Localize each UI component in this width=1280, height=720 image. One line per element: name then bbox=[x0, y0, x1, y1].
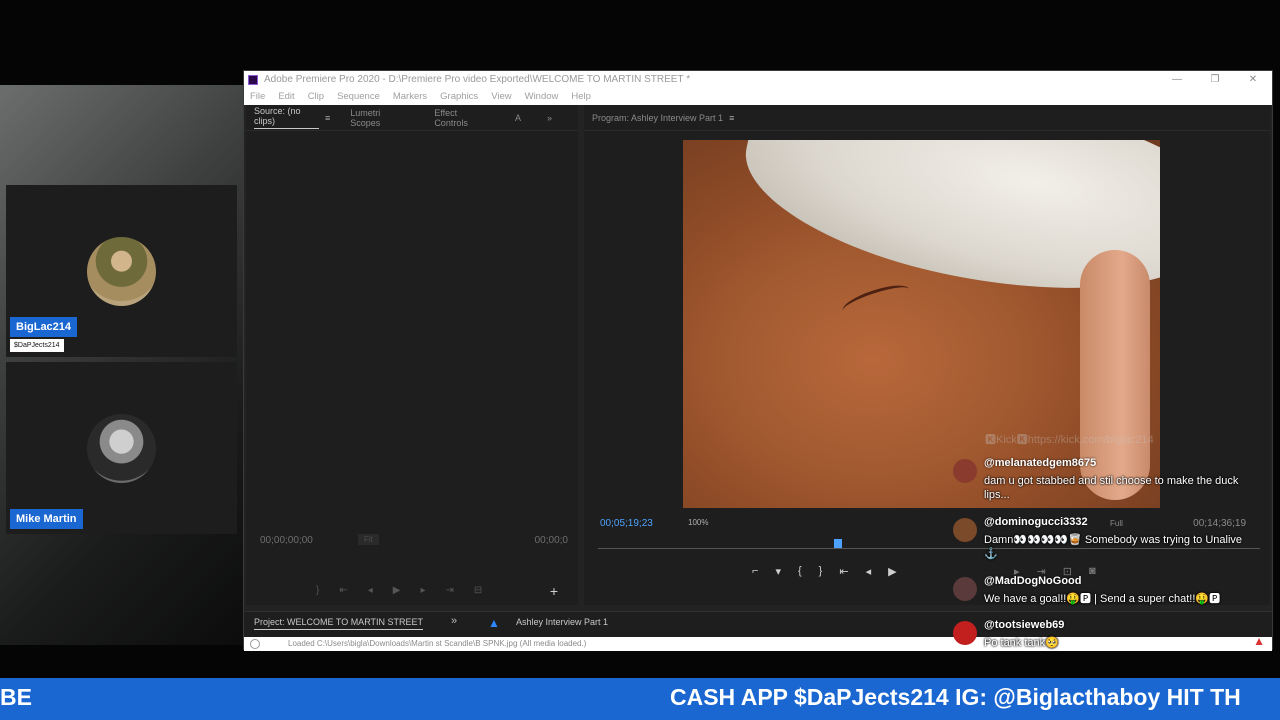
status-text: Loaded C:\Users\bigla\Downloads\Martin s… bbox=[288, 639, 587, 648]
chat-header: 🅺Kick🅺https://kick.com/biglac214 bbox=[985, 434, 1154, 446]
selection-tool-icon[interactable]: ▲ bbox=[488, 616, 500, 630]
marker-icon[interactable]: ▾ bbox=[775, 565, 781, 578]
menu-markers[interactable]: Markers bbox=[393, 91, 427, 102]
panel-menu-icon[interactable]: ≡ bbox=[325, 113, 330, 123]
chat-text: Po tank tank🥺 bbox=[984, 637, 1059, 649]
add-button-icon[interactable]: + bbox=[550, 583, 558, 599]
chat-username: @MadDogNoGood bbox=[984, 575, 1082, 587]
play-icon[interactable]: ▶ bbox=[393, 585, 401, 596]
insert-icon[interactable]: ⊟ bbox=[474, 585, 482, 596]
menu-file[interactable]: File bbox=[250, 91, 265, 102]
menu-window[interactable]: Window bbox=[525, 91, 559, 102]
tab-effect-controls[interactable]: Effect Controls bbox=[434, 108, 489, 128]
program-transport-controls: ⌐ ▾ { } ⇤ ◂ ▶ bbox=[752, 565, 897, 578]
avatar bbox=[87, 237, 156, 306]
chat-text: We have a goal!!🤑🅿 | Send a super chat!!… bbox=[984, 593, 1221, 605]
status-icon bbox=[250, 639, 260, 649]
more-tabs-icon[interactable]: » bbox=[547, 113, 552, 123]
window-controls: — ❐ ✕ bbox=[1158, 74, 1272, 85]
more-tabs-icon[interactable]: » bbox=[451, 615, 457, 627]
chat-text: Damn👀👀👀👀🥃 Somebody was trying to Unalive… bbox=[984, 534, 1243, 560]
source-fit-select[interactable]: Fit bbox=[358, 534, 379, 545]
menu-help[interactable]: Help bbox=[571, 91, 591, 102]
tab-audio[interactable]: A bbox=[515, 113, 521, 123]
tab-source[interactable]: Source: (no clips) bbox=[254, 106, 319, 129]
cam-tile-biglac214: BigLac214 $DaPJects214 bbox=[6, 185, 237, 357]
ticker-text-left: BE bbox=[0, 684, 32, 710]
menu-graphics[interactable]: Graphics bbox=[440, 91, 478, 102]
source-transport-controls: } ⇤ ◂ ▶ ▸ ⇥ ⊟ bbox=[316, 585, 482, 596]
maximize-button[interactable]: ❐ bbox=[1196, 74, 1234, 85]
chat-text: dam u got stabbed and stil choose to mak… bbox=[984, 475, 1239, 501]
avatar bbox=[953, 518, 977, 542]
chat-username: @dominogucci3332 bbox=[984, 516, 1088, 528]
step-back-icon[interactable]: ◂ bbox=[368, 585, 373, 596]
menu-edit[interactable]: Edit bbox=[278, 91, 294, 102]
ticker-banner: BE CASH APP $DaPJects214 IG: @Biglacthab… bbox=[0, 678, 1280, 720]
window-title: Adobe Premiere Pro 2020 - D:\Premiere Pr… bbox=[264, 74, 691, 85]
tab-program[interactable]: Program: Ashley Interview Part 1 bbox=[592, 113, 723, 123]
stream-overlay: BigLac214 $DaPJects214 Mike Martin Adobe… bbox=[0, 0, 1280, 720]
step-forward-icon[interactable]: ▸ bbox=[420, 585, 425, 596]
tab-project[interactable]: Project: WELCOME TO MARTIN STREET bbox=[254, 617, 424, 630]
program-timecode[interactable]: 00;05;19;23 bbox=[600, 518, 653, 529]
program-tabs: Program: Ashley Interview Part 1 ≡ bbox=[584, 105, 1270, 131]
warning-icon: ▲ bbox=[1253, 634, 1265, 648]
cam-name-tag: Mike Martin bbox=[10, 509, 83, 529]
avatar bbox=[953, 459, 977, 483]
cam-sub-tag: $DaPJects214 bbox=[10, 339, 64, 352]
step-back-icon[interactable]: ◂ bbox=[866, 565, 872, 578]
mark-in-icon[interactable]: } bbox=[316, 585, 319, 596]
tab-lumetri-scopes[interactable]: Lumetri Scopes bbox=[350, 108, 408, 128]
go-to-in-icon[interactable]: ⇤ bbox=[339, 585, 347, 596]
avatar bbox=[953, 621, 977, 645]
source-panel: Source: (no clips) ≡ Lumetri Scopes Effe… bbox=[246, 105, 578, 605]
cam-name-tag: BigLac214 bbox=[10, 317, 78, 337]
program-zoom-select[interactable]: 100% bbox=[688, 518, 708, 527]
go-to-out-icon[interactable]: ⇥ bbox=[446, 585, 454, 596]
tab-sequence[interactable]: Ashley Interview Part 1 bbox=[516, 617, 608, 627]
source-timecode[interactable]: 00;00;00;00 bbox=[260, 535, 313, 546]
mark-out-icon[interactable]: } bbox=[819, 565, 823, 578]
chat-username: @melanatedgem8675 bbox=[984, 457, 1097, 469]
avatar bbox=[87, 414, 156, 483]
mark-in-icon[interactable]: { bbox=[798, 565, 802, 578]
source-tabs: Source: (no clips) ≡ Lumetri Scopes Effe… bbox=[246, 105, 578, 131]
scar-shape bbox=[839, 279, 913, 321]
source-timecode-end: 00;00;0 bbox=[534, 535, 568, 546]
go-to-in-icon[interactable]: ⇤ bbox=[839, 565, 848, 578]
ticker-text-right: CASH APP $DaPJects214 IG: @Biglacthaboy … bbox=[670, 684, 1241, 710]
minimize-button[interactable]: — bbox=[1158, 74, 1196, 85]
cam-tile-mike-martin: Mike Martin bbox=[6, 362, 237, 534]
chat-username: @tootsieweb69 bbox=[984, 619, 1065, 631]
panel-menu-icon[interactable]: ≡ bbox=[729, 113, 734, 123]
menu-view[interactable]: View bbox=[491, 91, 511, 102]
play-icon[interactable]: ▶ bbox=[888, 565, 896, 578]
playhead[interactable] bbox=[834, 539, 842, 548]
menu-clip[interactable]: Clip bbox=[308, 91, 324, 102]
avatar bbox=[953, 577, 977, 601]
chat-overlay: 🅺Kick🅺https://kick.com/biglac214 @melana… bbox=[945, 425, 1275, 660]
title-bar: Adobe Premiere Pro 2020 - D:\Premiere Pr… bbox=[244, 71, 1272, 88]
close-button[interactable]: ✕ bbox=[1234, 74, 1272, 85]
menu-bar: File Edit Clip Sequence Markers Graphics… bbox=[244, 88, 1272, 105]
menu-sequence[interactable]: Sequence bbox=[337, 91, 380, 102]
add-marker-icon[interactable]: ⌐ bbox=[752, 565, 758, 578]
premiere-logo-icon bbox=[248, 74, 258, 85]
